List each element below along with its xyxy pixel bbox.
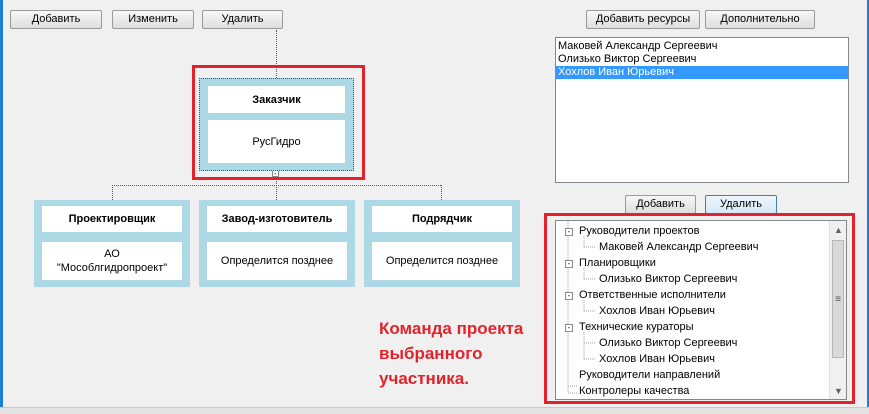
list-item[interactable]: Маковей Александр Сергеевич	[556, 40, 848, 53]
org-node-title: Подрядчик	[372, 206, 512, 232]
list-item-selected[interactable]: Хохлов Иван Юрьевич	[556, 66, 848, 79]
connector-child-2	[276, 185, 277, 200]
org-node-title: Завод-изготовитель	[207, 206, 347, 232]
org-node-value: Определится позднее	[207, 242, 347, 280]
annotation-note: Команда проекта выбранного участника.	[379, 316, 523, 391]
add-resources-button[interactable]: Добавить ресурсы	[586, 10, 700, 29]
org-node-value: АО "Мособлгидропроект"	[42, 242, 182, 280]
highlight-selected-node	[192, 65, 365, 180]
delete-member-button[interactable]: Удалить	[705, 195, 777, 214]
add-member-button[interactable]: Добавить	[625, 195, 696, 214]
edit-button[interactable]: Изменить	[112, 10, 194, 29]
annotation-line: участника.	[379, 369, 469, 388]
org-node-value: Определится позднее	[372, 242, 512, 280]
annotation-line: Команда проекта	[379, 319, 524, 338]
org-node-manufacturer[interactable]: Завод-изготовитель Определится позднее	[199, 200, 355, 287]
resources-list[interactable]: Маковей Александр Сергеевич Олизько Викт…	[555, 37, 849, 183]
org-node-contractor[interactable]: Подрядчик Определится позднее	[364, 200, 520, 287]
connector-child-1	[112, 185, 113, 200]
delete-button[interactable]: Удалить	[202, 10, 283, 29]
window-bottom-edge	[0, 407, 869, 414]
org-node-title: Проектировщик	[42, 206, 182, 232]
more-button[interactable]: Дополнительно	[705, 10, 815, 29]
list-item[interactable]: Олизько Виктор Сергеевич	[556, 53, 848, 66]
org-node-designer[interactable]: Проектировщик АО "Мособлгидропроект"	[34, 200, 190, 287]
highlight-team-tree	[544, 213, 855, 404]
window-left-edge	[0, 0, 3, 414]
add-button[interactable]: Добавить	[10, 10, 102, 29]
connector-child-3	[441, 185, 442, 200]
annotation-line: выбранного	[379, 344, 483, 363]
